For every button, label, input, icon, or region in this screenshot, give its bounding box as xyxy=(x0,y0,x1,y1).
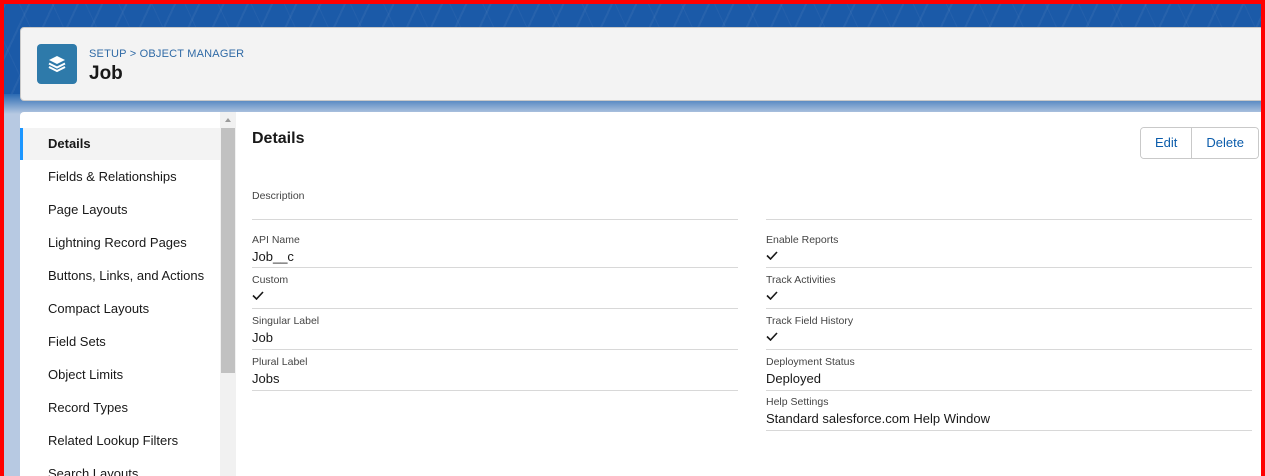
sidebar-item-search-layouts[interactable]: Search Layouts xyxy=(20,458,220,476)
help-settings-field: Help Settings Standard salesforce.com He… xyxy=(766,396,1252,431)
sidebar-item-fields-relationships[interactable]: Fields & Relationships xyxy=(20,161,220,193)
page-title: Job xyxy=(89,63,123,84)
app-frame: SETUP > OBJECT MANAGER Job Details Field… xyxy=(0,0,1265,476)
field-value: Job xyxy=(252,330,273,345)
layers-icon xyxy=(37,44,77,84)
sidebar-item-record-types[interactable]: Record Types xyxy=(20,392,220,424)
field-label: Track Activities xyxy=(766,274,836,286)
description-field: Description xyxy=(252,190,738,220)
sidebar-item-related-lookup-filters[interactable]: Related Lookup Filters xyxy=(20,425,220,457)
scroll-up-icon[interactable] xyxy=(225,118,231,122)
track-activities-field: Track Activities xyxy=(766,274,1252,309)
field-value: Deployed xyxy=(766,371,821,386)
object-manager-sidebar: Details Fields & Relationships Page Layo… xyxy=(20,112,236,476)
action-button-group: Edit Delete xyxy=(1140,127,1259,159)
field-label: Singular Label xyxy=(252,315,320,327)
plural-label-field: Plural Label Jobs xyxy=(252,356,738,391)
sidebar-scrollbar[interactable] xyxy=(220,112,236,476)
breadcrumb[interactable]: SETUP > OBJECT MANAGER xyxy=(89,48,244,60)
delete-button[interactable]: Delete xyxy=(1191,128,1258,158)
sidebar-item-compact-layouts[interactable]: Compact Layouts xyxy=(20,293,220,325)
check-icon xyxy=(766,332,778,341)
sidebar-item-page-layouts[interactable]: Page Layouts xyxy=(20,194,220,226)
field-label: Custom xyxy=(252,274,289,286)
sidebar-item-field-sets[interactable]: Field Sets xyxy=(20,326,220,358)
details-heading: Details xyxy=(252,130,305,147)
api-name-field: API Name Job__c xyxy=(252,234,738,268)
scroll-thumb[interactable] xyxy=(221,128,235,373)
field-label: API Name xyxy=(252,234,300,246)
field-value: Jobs xyxy=(252,371,280,386)
description-spacer xyxy=(766,190,1252,220)
singular-label-field: Singular Label Job xyxy=(252,315,738,350)
check-icon xyxy=(766,291,778,300)
field-label: Help Settings xyxy=(766,396,829,408)
field-value: Job__c xyxy=(252,249,294,264)
sidebar-item-buttons-links-actions[interactable]: Buttons, Links, and Actions xyxy=(20,260,220,292)
check-icon xyxy=(252,291,264,300)
sidebar-item-lightning-record-pages[interactable]: Lightning Record Pages xyxy=(20,227,220,259)
field-label: Description xyxy=(252,190,305,202)
field-label: Deployment Status xyxy=(766,356,855,368)
edit-button[interactable]: Edit xyxy=(1141,128,1192,158)
field-label: Enable Reports xyxy=(766,234,839,246)
field-label: Plural Label xyxy=(252,356,308,368)
object-header: SETUP > OBJECT MANAGER Job xyxy=(20,27,1261,101)
deployment-status-field: Deployment Status Deployed xyxy=(766,356,1252,391)
field-label: Track Field History xyxy=(766,315,854,327)
track-field-history-field: Track Field History xyxy=(766,315,1252,350)
sidebar-item-details[interactable]: Details xyxy=(20,128,220,160)
enable-reports-field: Enable Reports xyxy=(766,234,1252,268)
details-panel: Details Edit Delete Description API Name… xyxy=(236,112,1261,476)
field-value: Standard salesforce.com Help Window xyxy=(766,411,990,426)
check-icon xyxy=(766,251,778,260)
custom-field: Custom xyxy=(252,274,738,309)
sidebar-item-object-limits[interactable]: Object Limits xyxy=(20,359,220,391)
